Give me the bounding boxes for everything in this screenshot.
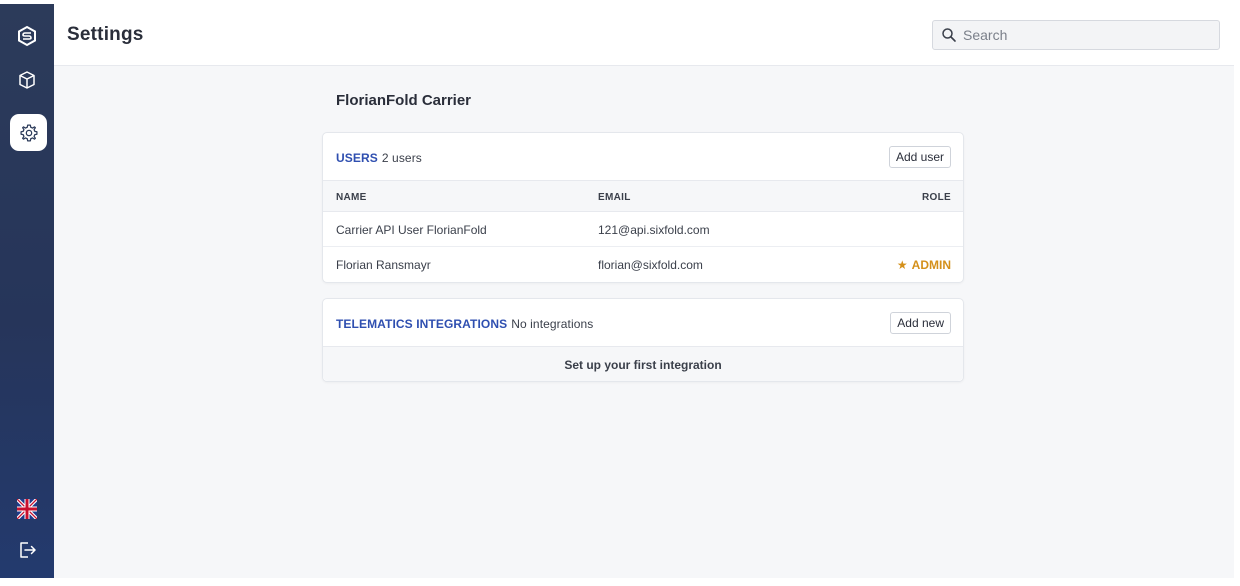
user-role: ADMIN [911, 258, 951, 272]
users-card-header: USERS 2 users Add user [323, 133, 963, 181]
integrations-card: TELEMATICS INTEGRATIONS No integrations A… [322, 298, 964, 382]
integrations-count: No integrations [511, 317, 594, 331]
sidebar [0, 4, 54, 578]
user-name: Florian Ransmayr [336, 258, 431, 272]
window-frame-bottom [0, 578, 1240, 586]
window-frame-right [1234, 0, 1240, 586]
users-count: 2 users [381, 151, 422, 165]
add-integration-button[interactable]: Add new [890, 312, 951, 334]
page-title: Settings [67, 24, 144, 45]
users-title: USERS [336, 151, 378, 165]
star-icon: ★ [896, 258, 908, 272]
users-table-header: NAME EMAIL ROLE [323, 181, 963, 212]
logout-icon[interactable] [12, 535, 42, 565]
user-name: Carrier API User FlorianFold [336, 223, 487, 237]
users-card: USERS 2 users Add user NAME EMAIL ROLE Ca… [322, 132, 964, 283]
package-icon[interactable] [12, 65, 42, 95]
column-header-role[interactable]: ROLE [922, 192, 951, 203]
column-header-name[interactable]: NAME [336, 192, 367, 203]
table-row[interactable]: Florian Ransmayr florian@sixfold.com ★ AD… [323, 247, 963, 282]
top-bar: Settings [54, 4, 1234, 66]
user-email: 121@api.sixfold.com [598, 223, 710, 237]
integrations-title: TELEMATICS INTEGRATIONS [336, 317, 508, 331]
company-name: FlorianFold Carrier [336, 92, 472, 109]
admin-badge: ★ ADMIN [897, 258, 951, 272]
main-content: Settings FlorianFold Carrier USERS2 user… [54, 4, 1234, 578]
add-user-button[interactable]: Add user [888, 146, 951, 168]
empty-state[interactable]: Set up your first integration [323, 347, 963, 381]
logo-icon[interactable] [12, 21, 42, 51]
table-row[interactable]: Carrier API User FlorianFold 121@api.six… [323, 212, 963, 247]
setup-integration-link[interactable]: Set up your first integration [323, 358, 963, 372]
sidebar-item-settings[interactable] [10, 114, 47, 151]
gear-icon [19, 123, 39, 143]
uk-flag-icon[interactable] [12, 494, 42, 524]
search-input[interactable] [963, 27, 1203, 43]
integrations-card-header: TELEMATICS INTEGRATIONS No integrations A… [323, 299, 963, 347]
user-email: florian@sixfold.com [598, 258, 703, 272]
search-icon [942, 28, 956, 42]
column-header-email[interactable]: EMAIL [598, 192, 631, 203]
search-box[interactable] [932, 20, 1220, 50]
